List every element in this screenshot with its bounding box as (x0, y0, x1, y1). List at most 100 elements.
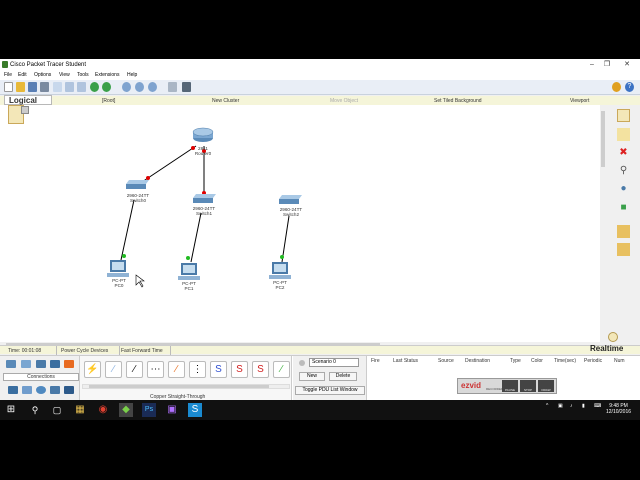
stop-button[interactable]: STOP (520, 380, 536, 392)
draw-shape-tool-icon[interactable]: ● (617, 182, 630, 195)
scenario-radio[interactable] (299, 360, 305, 366)
octal-cable-icon[interactable]: ∕ (273, 361, 290, 378)
photoshop-icon[interactable]: Ps (142, 403, 156, 417)
wan-emulation-category-icon[interactable] (22, 386, 32, 394)
menu-edit[interactable]: Edit (18, 72, 27, 78)
power-cycle-devices-button[interactable]: Power Cycle Devices (61, 348, 108, 354)
new-cluster-button[interactable]: New Cluster (212, 98, 239, 104)
column-header: Last Status (393, 358, 419, 364)
file-explorer-icon[interactable]: ▦ (73, 403, 87, 417)
new-file-icon[interactable] (4, 82, 13, 92)
realtime-mode-label[interactable]: Realtime (590, 344, 623, 353)
activity-wizard-icon[interactable] (53, 82, 62, 92)
redo-icon[interactable] (102, 82, 111, 92)
fast-forward-time-button[interactable]: Fast Forward Time (121, 348, 163, 354)
note-tool-icon[interactable] (617, 128, 630, 141)
zoom-in-icon[interactable] (122, 82, 131, 92)
cable-scrollbar[interactable] (82, 384, 290, 389)
fiber-cable-icon[interactable]: ∕ (168, 361, 185, 378)
inspect-tool-icon[interactable]: ⚲ (617, 164, 630, 177)
keyboard-icon[interactable]: ⌨ (594, 403, 601, 409)
end-devices-category-icon[interactable] (8, 386, 18, 394)
save-icon[interactable] (28, 82, 37, 92)
network-icon[interactable]: ▣ (558, 403, 563, 409)
scenario-select[interactable]: Scenario 0 (309, 358, 359, 367)
viewport-button[interactable]: Viewport (570, 98, 589, 104)
routers-category-icon[interactable] (6, 360, 16, 368)
realtime-clock-icon[interactable] (608, 332, 618, 342)
copper-straight-through-icon[interactable]: ∕ (126, 361, 143, 378)
menu-bar: File Edit Options View Tools Extensions … (0, 71, 640, 80)
app-icon[interactable]: ▣ (165, 403, 179, 417)
toggle-pdu-list-button[interactable]: Toggle PDU List Window (295, 386, 365, 395)
custom-category-icon[interactable] (36, 386, 46, 394)
new-scenario-button[interactable]: New (299, 372, 325, 381)
phone-cable-icon[interactable]: ⋮ (189, 361, 206, 378)
link-switch0-pc0 (120, 199, 135, 261)
menu-extensions[interactable]: Extensions (95, 72, 119, 78)
logical-workspace-canvas[interactable]: 2811 Router0 2960-24TT Switch0 2960-24TT Sw… (0, 105, 600, 342)
column-header: Num (614, 358, 625, 364)
battery-icon[interactable]: ▮ (582, 403, 585, 409)
print-icon[interactable] (40, 82, 49, 92)
switches-category-icon[interactable] (21, 360, 31, 368)
copper-cross-over-icon[interactable]: ⋯ (147, 361, 164, 378)
zoom-reset-icon[interactable] (135, 82, 144, 92)
search-icon[interactable]: ⚲ (28, 403, 42, 417)
skype-icon[interactable]: S (188, 403, 202, 417)
undo-icon[interactable] (90, 82, 99, 92)
title-bar: Cisco Packet Tracer Student – ❐ ✕ (0, 59, 640, 71)
resize-shape-tool-icon[interactable]: ■ (617, 201, 630, 214)
coaxial-cable-icon[interactable]: S (210, 361, 227, 378)
packet-tracer-taskbar-icon[interactable]: ◆ (119, 403, 133, 417)
menu-options[interactable]: Options (34, 72, 51, 78)
hubs-category-icon[interactable] (36, 360, 46, 368)
menu-tools[interactable]: Tools (77, 72, 89, 78)
taskbar-clock[interactable]: 9:48 PM 12/10/2016 (606, 403, 631, 415)
custom-device-icon[interactable] (182, 82, 191, 92)
copy-icon[interactable] (65, 82, 74, 92)
cable-types-panel: ⚡ ∕ ∕ ⋯ ∕ ⋮ S S S ∕ Copper Straight-Thro… (80, 356, 292, 400)
info-icon[interactable] (612, 82, 621, 92)
help-icon[interactable]: ? (625, 82, 634, 92)
root-button[interactable]: [Root] (102, 98, 115, 104)
palette-icon[interactable] (168, 82, 177, 92)
chrome-icon[interactable]: ◉ (96, 403, 110, 417)
draw-button[interactable]: DRAW (538, 380, 554, 392)
delete-tool-icon[interactable]: ✖ (617, 146, 630, 159)
volume-icon[interactable]: ♪ (570, 403, 573, 409)
minimize-icon[interactable]: – (585, 60, 599, 70)
zoom-out-icon[interactable] (148, 82, 157, 92)
multiuser-category-icon[interactable] (50, 386, 60, 394)
move-object-button[interactable]: Move Object (330, 98, 358, 104)
open-folder-icon[interactable] (16, 82, 25, 92)
wireless-category-icon[interactable] (50, 360, 60, 368)
logical-tab[interactable]: Logical (4, 95, 52, 105)
add-simple-pdu-icon[interactable] (617, 225, 630, 238)
tray-up-arrow-icon[interactable]: ^ (546, 403, 548, 409)
close-icon[interactable]: ✕ (620, 60, 634, 70)
start-icon[interactable]: ⊞ (4, 403, 18, 417)
pc-icon (269, 262, 291, 279)
menu-help[interactable]: Help (127, 72, 137, 78)
port-status-up (186, 256, 190, 260)
add-complex-pdu-icon[interactable] (617, 243, 630, 256)
serial-dte-icon[interactable]: S (252, 361, 269, 378)
auto-connection-icon[interactable]: ⚡ (84, 361, 101, 378)
restore-icon[interactable]: ❐ (600, 60, 614, 70)
serial-dce-icon[interactable]: S (231, 361, 248, 378)
set-tiled-background-button[interactable]: Set Tiled Background (434, 98, 482, 104)
pause-button[interactable]: PAUSE (502, 380, 518, 392)
security-category-icon[interactable] (64, 386, 74, 394)
paste-icon[interactable] (77, 82, 86, 92)
menu-view[interactable]: View (59, 72, 70, 78)
menu-file[interactable]: File (4, 72, 12, 78)
connections-category-icon[interactable] (64, 360, 74, 368)
canvas-vertical-scrollbar[interactable] (600, 105, 606, 342)
select-tool-icon[interactable] (617, 109, 630, 122)
port-status-up (280, 255, 284, 259)
task-view-icon[interactable]: ▢ (50, 403, 64, 417)
console-cable-icon[interactable]: ∕ (105, 361, 122, 378)
bottom-panel: Connections ⚡ ∕ ∕ ⋯ ∕ ⋮ S S S ∕ Copper S… (0, 355, 640, 400)
delete-scenario-button[interactable]: Delete (329, 372, 357, 381)
